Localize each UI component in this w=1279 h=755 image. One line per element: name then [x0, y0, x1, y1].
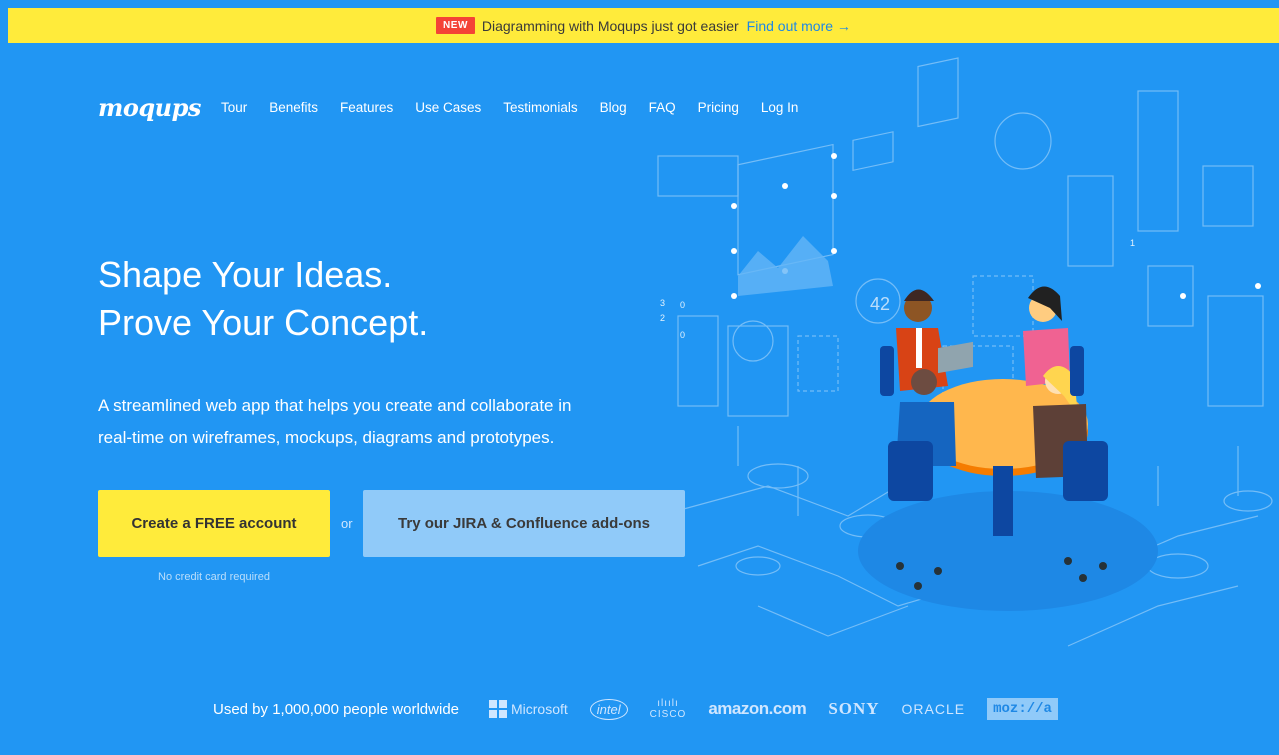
announcement-bar[interactable]: NEW Diagramming with Moqups just got eas… — [8, 8, 1279, 43]
intel-logo: intel — [589, 698, 628, 720]
cisco-label: CISCO — [649, 709, 687, 720]
nav-blog[interactable]: Blog — [600, 100, 627, 115]
nav-features[interactable]: Features — [340, 100, 393, 115]
find-out-more-link[interactable]: Find out more → — [747, 18, 851, 34]
microsoft-logo: Microsoft — [489, 700, 568, 718]
illustration-step-three: 3 — [660, 298, 665, 308]
nav-testimonials[interactable]: Testimonials — [503, 100, 577, 115]
nav-benefits[interactable]: Benefits — [269, 100, 318, 115]
or-label: or — [341, 516, 353, 531]
no-credit-card-note: No credit card required — [158, 571, 270, 583]
oracle-logo: ORACLE — [901, 701, 966, 717]
illustration-step-o2: 0 — [680, 330, 685, 340]
hero-title-line-1: Shape Your Ideas. — [98, 254, 393, 295]
illustration-step-o1: 0 — [680, 300, 685, 310]
new-badge: NEW — [436, 17, 475, 34]
mozilla-logo: moz://a — [987, 698, 1058, 720]
customer-logos: Used by 1,000,000 people worldwide Micro… — [213, 698, 1080, 720]
nav-tour[interactable]: Tour — [221, 100, 247, 115]
cisco-bars-icon: ılıılı — [657, 698, 679, 709]
used-by-text: Used by 1,000,000 people worldwide — [213, 700, 459, 718]
hero-title-line-2: Prove Your Concept. — [98, 302, 429, 343]
jira-confluence-addons-button[interactable]: Try our JIRA & Confluence add-ons — [363, 490, 685, 557]
page: NEW Diagramming with Moqups just got eas… — [8, 8, 1279, 755]
moqups-logo[interactable]: moqups — [98, 93, 201, 122]
hero-subtitle-line-1: A streamlined web app that helps you cre… — [98, 396, 572, 415]
illustration-step-two: 2 — [660, 313, 665, 323]
create-free-account-button[interactable]: Create a FREE account — [98, 490, 330, 557]
microsoft-label: Microsoft — [511, 701, 568, 717]
amazon-logo: amazon.com — [708, 699, 807, 718]
illustration-counter: 42 — [870, 294, 890, 314]
nav-use-cases[interactable]: Use Cases — [415, 100, 481, 115]
cisco-logo: ılıılı CISCO — [650, 698, 687, 720]
illustration-step-one: 1 — [1130, 238, 1135, 248]
announcement-text: Diagramming with Moqups just got easier — [481, 17, 739, 34]
hero-title: Shape Your Ideas. Prove Your Concept. — [98, 251, 428, 347]
team-collaboration-illustration: 42 1 2 3 0 0 — [657, 57, 1273, 647]
hero-subtitle: A streamlined web app that helps you cre… — [98, 390, 618, 454]
hero-subtitle-line-2: real-time on wireframes, mockups, diagra… — [98, 428, 555, 447]
sony-logo: SONY — [828, 699, 880, 718]
windows-icon — [489, 700, 507, 718]
